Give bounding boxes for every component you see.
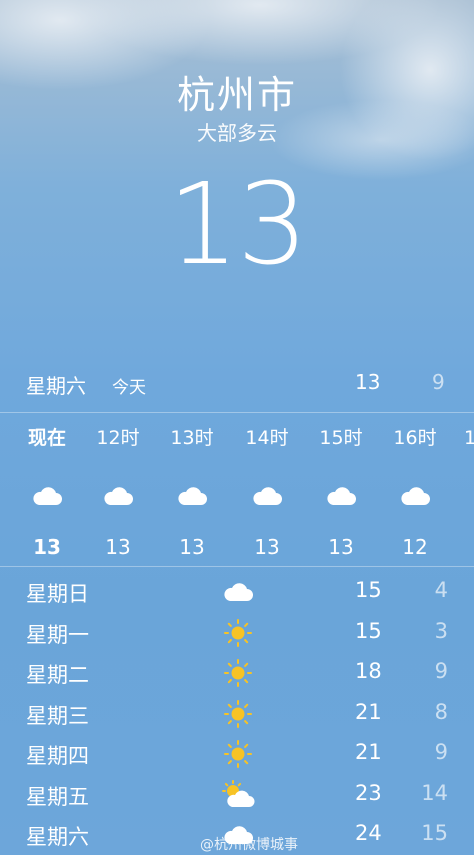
day-name: 星期一 [26, 622, 89, 647]
hour-item: 12时 13 [81, 414, 155, 560]
day-high: 21 [355, 740, 382, 764]
watermark: @杭州微博城事 [200, 837, 298, 853]
hourly-forecast[interactable]: 现在 13 12时 13 13时 13 14时 13 15时 13 16时 12… [0, 414, 474, 564]
daily-row: 星期三 21 8 [0, 694, 474, 735]
day-name: 星期三 [26, 703, 89, 728]
hour-temp: 13 [179, 535, 205, 559]
day-name: 星期六 [26, 825, 89, 849]
today-day: 星期六 [26, 374, 86, 398]
hour-temp: 13 [254, 535, 280, 559]
sun-icon [218, 657, 258, 689]
day-name: 星期日 [26, 582, 89, 606]
hour-time: 15时 [319, 427, 363, 449]
day-low: 3 [434, 618, 448, 643]
hour-temp: 13 [105, 535, 131, 559]
sun-icon [218, 738, 258, 770]
hour-time: 13时 [170, 427, 214, 449]
day-low: 9 [434, 659, 448, 683]
hour-item: 现在 13 [10, 414, 84, 560]
day-high: 15 [355, 578, 382, 602]
hour-temp: 13 [328, 535, 354, 559]
day-low: 15 [421, 821, 448, 845]
today-low: 9 [432, 370, 445, 394]
hour-temp: 13 [33, 535, 61, 559]
hour-time: 现在 [27, 427, 66, 449]
hour-time: 1 [463, 427, 474, 449]
day-name: 星期二 [26, 663, 89, 687]
today-row: 星期六 今天 13 9 [0, 366, 474, 402]
hour-temp: 12 [402, 535, 428, 559]
day-low: 8 [434, 699, 448, 724]
location-header: 杭州市 大部多云 [0, 70, 474, 146]
city-name: 杭州市 [176, 73, 297, 117]
day-name: 星期五 [26, 784, 89, 809]
current-temperature: 13 [167, 160, 309, 290]
hour-item: 15时 13 [304, 414, 378, 560]
day-high: 23 [355, 780, 382, 805]
hour-item: 14时 13 [230, 414, 304, 560]
daily-row: 星期二 18 9 [0, 653, 474, 694]
daily-row: 星期日 15 4 [0, 572, 474, 613]
hour-item: 13时 13 [155, 414, 229, 560]
cloud-icon [81, 476, 155, 516]
today-label: 今天 [112, 378, 146, 398]
daily-row: 星期四 21 9 [0, 734, 474, 775]
hour-time: 12时 [96, 427, 140, 449]
day-high: 24 [355, 821, 382, 845]
day-name: 星期四 [26, 744, 89, 768]
day-low: 14 [421, 780, 448, 805]
sun-icon [218, 698, 258, 730]
day-low: 4 [434, 578, 448, 602]
cloud-icon [10, 476, 84, 516]
divider-top [0, 412, 474, 413]
sun-icon [218, 617, 258, 649]
cloud-icon [304, 476, 378, 516]
daily-row: 星期一 15 3 [0, 613, 474, 654]
day-low: 9 [434, 740, 448, 764]
daily-row: 星期五 23 14 [0, 775, 474, 816]
day-high: 21 [355, 699, 382, 724]
cloud-icon [218, 576, 258, 608]
hour-time: 14时 [245, 427, 289, 449]
partly-cloudy-icon [218, 779, 258, 811]
cloud-icon [155, 476, 229, 516]
cloud-icon [378, 476, 452, 516]
condition-text: 大部多云 [197, 121, 277, 145]
daily-forecast: 星期日 15 4 星期一 15 3 星期二 18 9 星期三 21 8 星期四 … [0, 572, 474, 855]
cloud-icon [230, 476, 304, 516]
day-high: 18 [355, 659, 382, 683]
hour-item-partial: 1 [433, 414, 474, 450]
today-high: 13 [355, 370, 381, 394]
divider-bottom [0, 566, 474, 567]
day-high: 15 [355, 618, 382, 643]
